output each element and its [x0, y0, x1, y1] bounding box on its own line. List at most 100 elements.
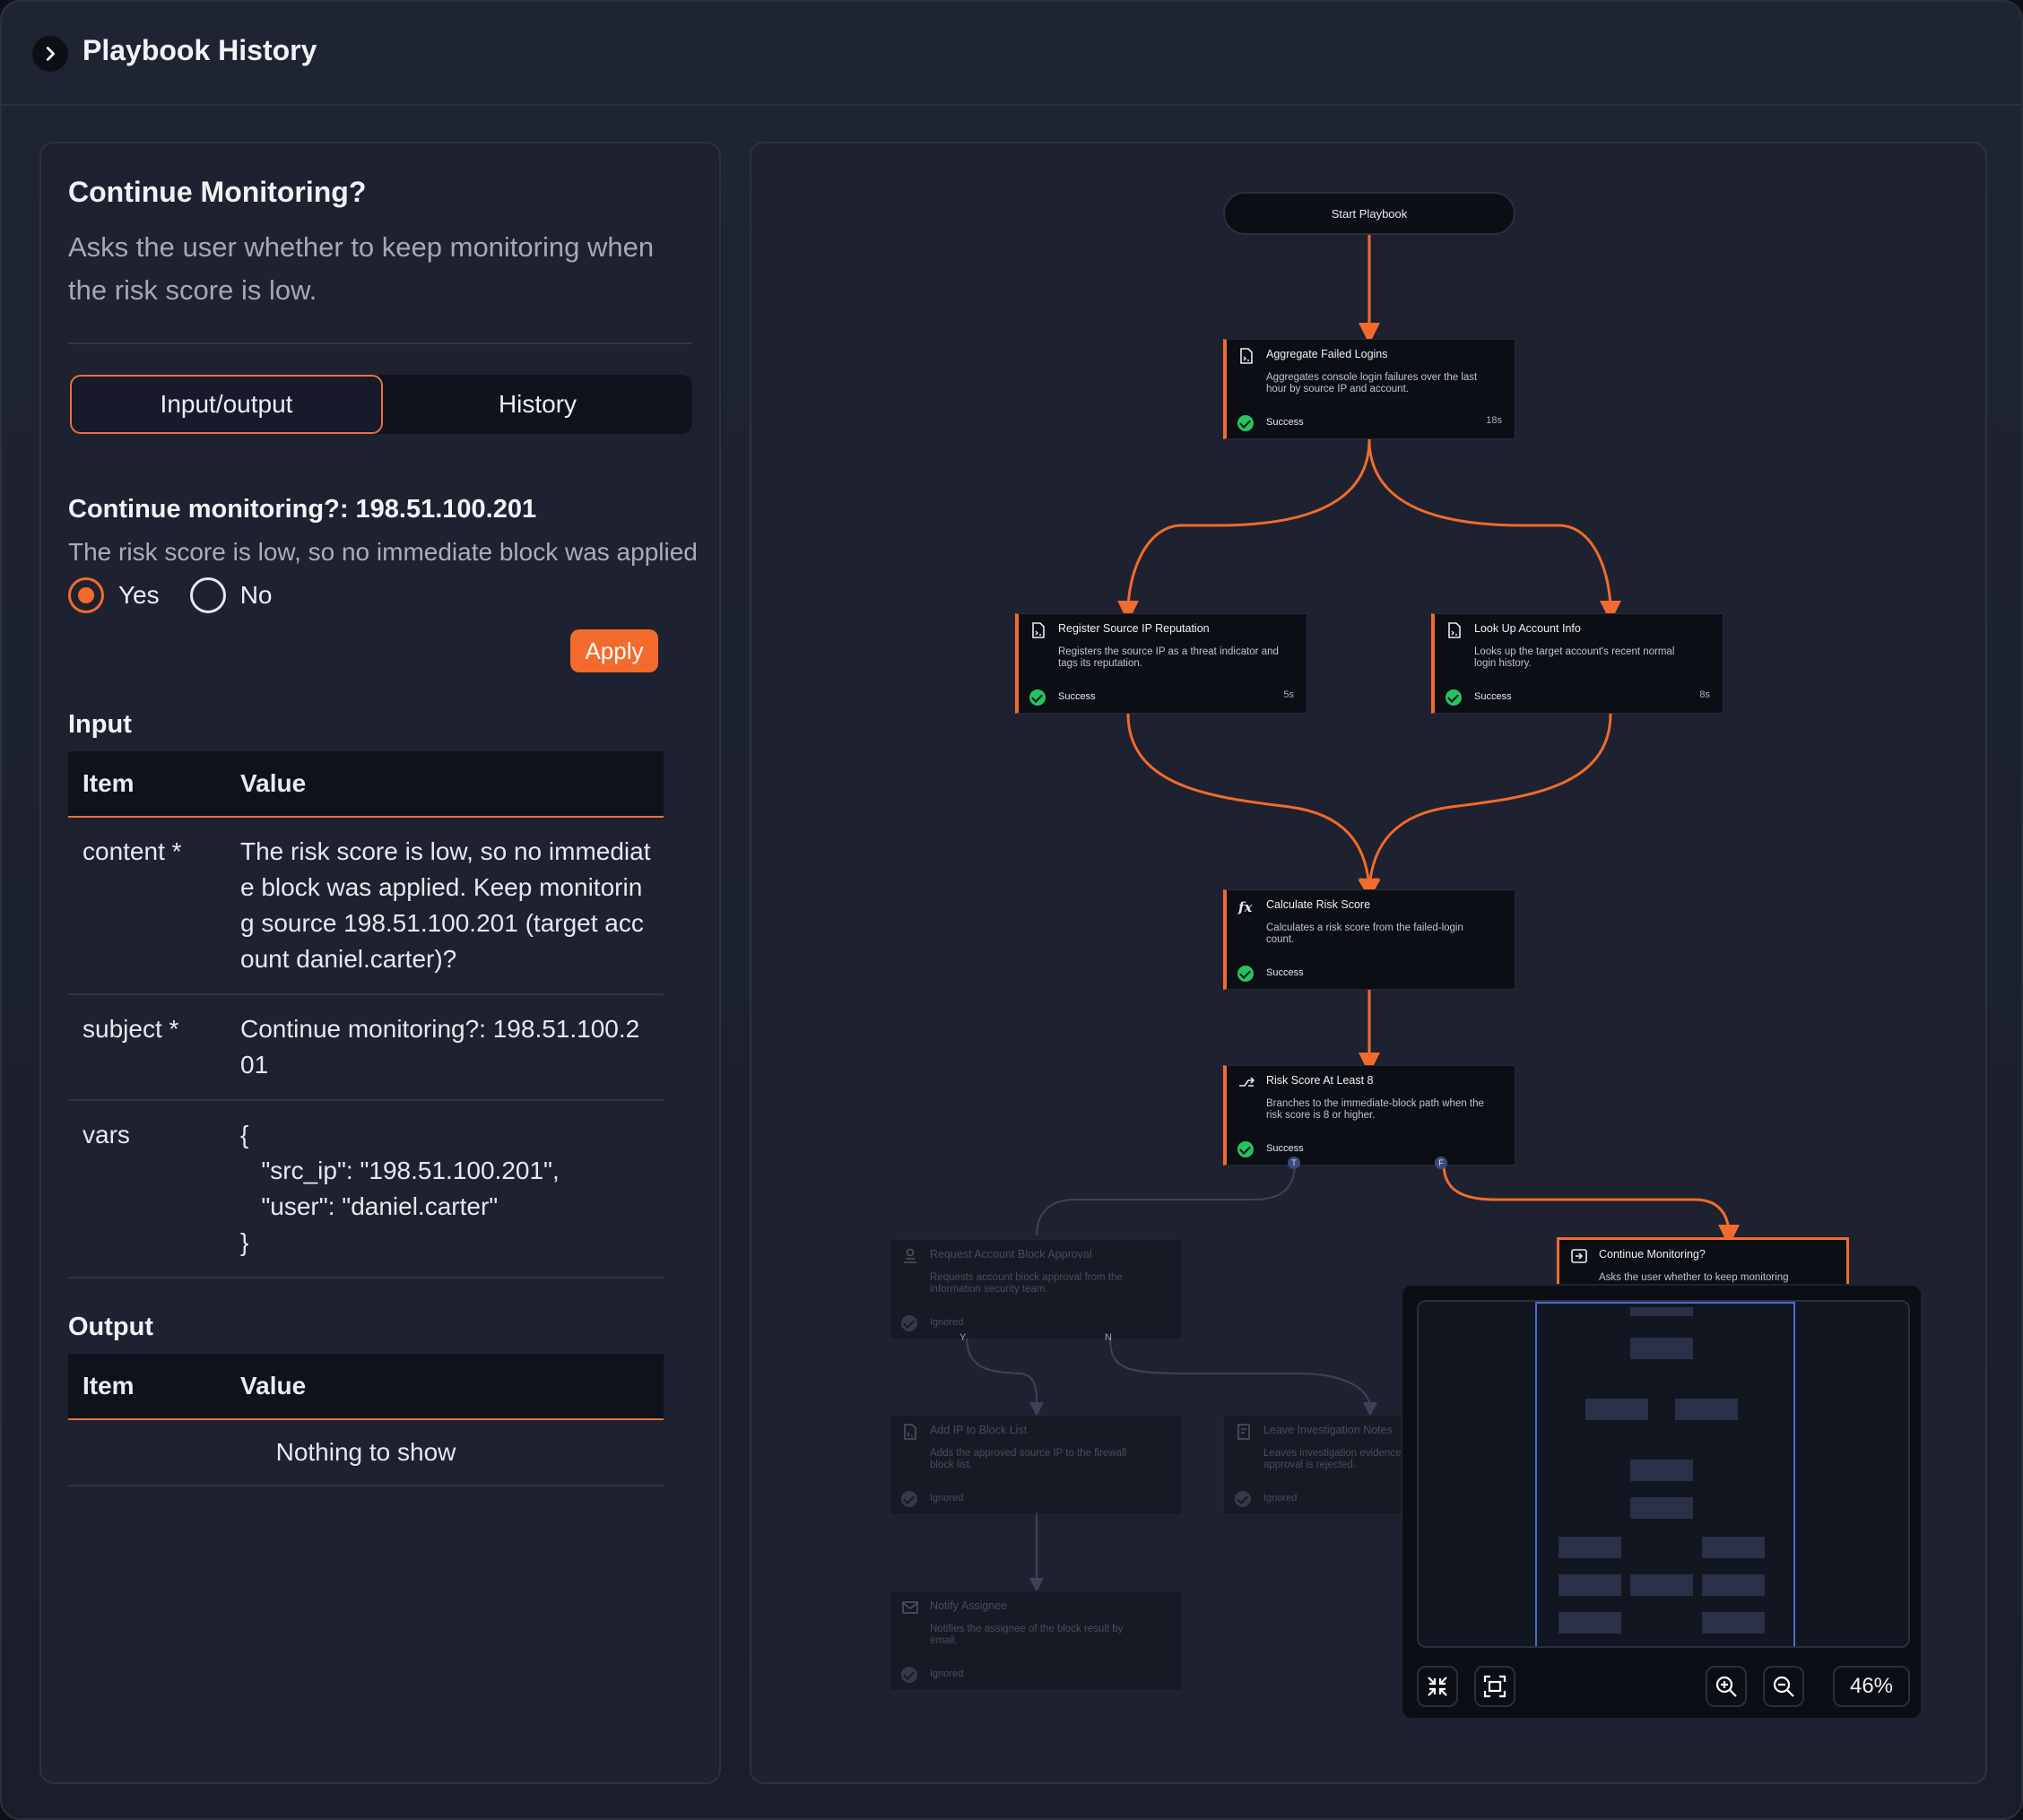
- zoom-in-button[interactable]: [1706, 1666, 1747, 1707]
- answer-options: Yes No: [68, 577, 302, 613]
- success-check-icon: [1237, 966, 1254, 982]
- skip-icon: [901, 1667, 917, 1683]
- skip-icon: [1235, 1491, 1251, 1507]
- fx-icon: fx: [1237, 897, 1255, 915]
- node-status: Success: [1266, 1143, 1304, 1154]
- top-bar: Playbook History: [2, 2, 2021, 106]
- node-description: Registers the source IP as a threat indi…: [1058, 646, 1279, 669]
- svg-text:fx: fx: [1237, 899, 1253, 915]
- true-port[interactable]: T: [1288, 1157, 1300, 1169]
- node-title: Look Up Account Info: [1474, 622, 1581, 635]
- node-detail-panel: Continue Monitoring? Asks the user wheth…: [39, 142, 721, 1784]
- start-playbook-node[interactable]: Start Playbook: [1223, 192, 1515, 235]
- radio-yes-label[interactable]: Yes: [118, 581, 160, 610]
- collapse-button[interactable]: [1417, 1666, 1458, 1707]
- flow-node[interactable]: Add IP to Block List Adds the approved s…: [890, 1415, 1182, 1515]
- output-table: Item Value Nothing to show: [68, 1354, 664, 1486]
- empty-state: Nothing to show: [68, 1420, 664, 1486]
- input-table: Item Value content * The risk score is l…: [68, 751, 664, 1278]
- prompt-icon: [1570, 1247, 1588, 1265]
- node-description: Aggregates console login failures over t…: [1266, 372, 1478, 394]
- row-value: The risk score is low, so no immediate b…: [240, 837, 651, 973]
- node-status: Success: [1266, 417, 1304, 428]
- function-doc-icon: [901, 1423, 919, 1441]
- node-title: Notify Assignee: [930, 1599, 1008, 1612]
- node-status: Ignored: [930, 1317, 964, 1328]
- node-description: Asks the user whether to keep monitoring: [1599, 1272, 1789, 1283]
- flow-node[interactable]: fx Calculate Risk Score Calculates a ris…: [1223, 889, 1515, 990]
- expand-panel-button[interactable]: [32, 36, 68, 72]
- node-status: Ignored: [930, 1668, 964, 1679]
- success-check-icon: [1237, 1141, 1254, 1157]
- node-title: Add IP to Block List: [930, 1424, 1028, 1436]
- row-value: { "src_ip": "198.51.100.201", "user": "d…: [240, 1121, 560, 1256]
- flow-canvas[interactable]: Start Playbook Aggregate Failed Logins A…: [750, 142, 1987, 1784]
- output-table-header: Item Value: [68, 1354, 664, 1420]
- collapse-arrows-icon: [1428, 1677, 1447, 1696]
- skip-icon: [901, 1491, 917, 1507]
- zoom-out-icon: [1773, 1676, 1794, 1697]
- apply-button[interactable]: Apply: [570, 629, 658, 672]
- minimap-canvas[interactable]: [1417, 1300, 1910, 1648]
- flow-node[interactable]: Notify Assignee Notifies the assignee of…: [890, 1590, 1182, 1691]
- success-check-icon: [1029, 689, 1046, 706]
- user-approval-icon: [901, 1247, 919, 1265]
- node-title: Continue Monitoring?: [68, 176, 367, 208]
- success-check-icon: [1237, 415, 1254, 431]
- node-description: Notifies the assignee of the block resul…: [930, 1624, 1124, 1646]
- node-title: Calculate Risk Score: [1266, 898, 1371, 911]
- node-title: Risk Score At Least 8: [1266, 1074, 1374, 1087]
- chevron-right-icon: [46, 47, 56, 61]
- flow-node[interactable]: Request Account Block Approval Requests …: [890, 1239, 1182, 1339]
- radio-no-label[interactable]: No: [240, 581, 273, 610]
- node-status: Ignored: [930, 1493, 964, 1504]
- radio-yes[interactable]: [68, 577, 104, 613]
- table-row: subject * Continue monitoring?: 198.51.1…: [68, 995, 664, 1101]
- question-text: The risk score is low, so no immediate b…: [68, 538, 696, 566]
- tab-input-output[interactable]: Input/output: [70, 375, 383, 434]
- branch-icon: [1237, 1073, 1255, 1091]
- function-doc-icon: [1446, 621, 1463, 639]
- question-title: Continue monitoring?: 198.51.100.201: [68, 495, 537, 524]
- fit-view-button[interactable]: [1474, 1666, 1515, 1707]
- row-item: subject *: [82, 1015, 179, 1043]
- node-description: Adds the approved source IP to the firew…: [930, 1448, 1127, 1470]
- minimap-viewport[interactable]: [1535, 1302, 1795, 1646]
- node-title: Request Account Block Approval: [930, 1248, 1092, 1261]
- page-title: Playbook History: [82, 34, 317, 66]
- false-port[interactable]: F: [1435, 1157, 1447, 1169]
- node-description: Asks the user whether to keep monitoring…: [68, 231, 655, 306]
- node-title: Continue Monitoring?: [1599, 1248, 1706, 1261]
- node-status: Ignored: [1263, 1493, 1298, 1504]
- divider: [68, 342, 692, 344]
- function-doc-icon: [1237, 347, 1255, 365]
- node-status: Success: [1474, 691, 1512, 702]
- flow-node[interactable]: Register Source IP Reputation Registers …: [1015, 613, 1307, 714]
- yes-port-label: Y: [959, 1332, 967, 1343]
- node-title: Aggregate Failed Logins: [1266, 348, 1388, 360]
- flow-node[interactable]: Look Up Account Info Looks up the target…: [1431, 613, 1723, 714]
- row-item: vars: [82, 1121, 130, 1148]
- node-duration: 18s: [1486, 415, 1502, 426]
- node-title: Register Source IP Reputation: [1058, 622, 1210, 635]
- radio-no[interactable]: [189, 577, 226, 613]
- node-title: Leave Investigation Notes: [1263, 1424, 1393, 1436]
- table-row: vars { "src_ip": "198.51.100.201", "user…: [68, 1101, 664, 1278]
- node-status: Success: [1266, 967, 1304, 978]
- tab-history[interactable]: History: [383, 375, 692, 434]
- mail-icon: [901, 1599, 919, 1616]
- zoom-level: 46%: [1833, 1666, 1910, 1707]
- playbook-history-window: Playbook History Continue Monitoring? As…: [0, 0, 2023, 1820]
- no-port-label: N: [1105, 1332, 1112, 1343]
- note-icon: [1235, 1423, 1253, 1441]
- node-description: Requests account block approval from the…: [930, 1272, 1123, 1295]
- node-status: Success: [1058, 691, 1096, 702]
- row-value: Continue monitoring?: 198.51.100.201: [240, 1015, 640, 1079]
- success-check-icon: [1446, 689, 1462, 706]
- row-item: content *: [82, 837, 182, 865]
- fit-view-icon: [1483, 1675, 1506, 1698]
- zoom-out-button[interactable]: [1763, 1666, 1804, 1707]
- flow-node[interactable]: Risk Score At Least 8 Branches to the im…: [1223, 1065, 1515, 1166]
- flow-node[interactable]: Aggregate Failed Logins Aggregates conso…: [1223, 339, 1515, 439]
- node-description: Calculates a risk score from the failed-…: [1266, 923, 1463, 945]
